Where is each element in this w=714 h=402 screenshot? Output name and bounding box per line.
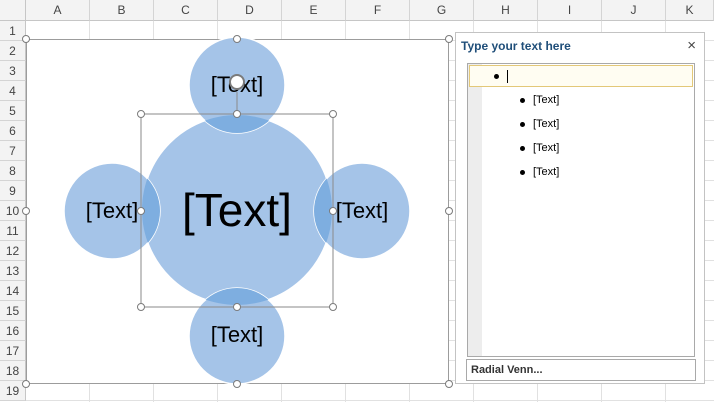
row-header[interactable]: 9 bbox=[0, 181, 26, 201]
row-header[interactable]: 18 bbox=[0, 361, 26, 381]
text-pane-title: Type your text here bbox=[461, 39, 571, 53]
frame-handle-top-mid[interactable] bbox=[233, 35, 241, 43]
center-circle-label[interactable]: [Text] bbox=[142, 180, 332, 240]
text-caret bbox=[507, 69, 508, 83]
shape-handle-bottom-mid[interactable] bbox=[233, 303, 241, 311]
column-header[interactable]: K bbox=[666, 0, 714, 21]
column-header[interactable]: J bbox=[602, 0, 666, 21]
bullet-icon bbox=[494, 73, 499, 79]
column-header[interactable]: A bbox=[26, 0, 90, 21]
shape-handle-top-left[interactable] bbox=[137, 110, 145, 118]
bullet-item[interactable]: [Text] bbox=[520, 94, 559, 106]
text-pane-gutter bbox=[468, 64, 482, 356]
bullet-icon bbox=[520, 145, 525, 151]
bullet-item-label: [Text] bbox=[533, 118, 560, 130]
row-header[interactable]: 13 bbox=[0, 261, 26, 281]
bullet-item-label: [Text] bbox=[533, 166, 560, 178]
bullet-item-label: [Text] bbox=[533, 142, 560, 154]
bullet-icon bbox=[520, 169, 525, 175]
bottom-circle-label[interactable]: [Text] bbox=[190, 320, 284, 350]
text-pane-bullet-list[interactable]: [Text] [Text] [Text] [Text] bbox=[467, 63, 695, 357]
shape-handle-bottom-right[interactable] bbox=[329, 303, 337, 311]
column-header[interactable]: C bbox=[154, 0, 218, 21]
frame-handle-bottom-right[interactable] bbox=[445, 380, 453, 388]
shape-handle-top-right[interactable] bbox=[329, 110, 337, 118]
bullet-item[interactable]: [Text] bbox=[520, 166, 559, 178]
shape-handle-mid-left[interactable] bbox=[137, 207, 145, 215]
row-header[interactable]: 11 bbox=[0, 221, 26, 241]
column-header[interactable]: H bbox=[474, 0, 538, 21]
row-header[interactable]: 12 bbox=[0, 241, 26, 261]
column-header[interactable]: D bbox=[218, 0, 282, 21]
frame-handle-top-right[interactable] bbox=[445, 35, 453, 43]
row-header[interactable]: 8 bbox=[0, 161, 26, 181]
row-header[interactable]: 17 bbox=[0, 341, 26, 361]
column-header[interactable]: B bbox=[90, 0, 154, 21]
shape-handle-bottom-left[interactable] bbox=[137, 303, 145, 311]
row-header[interactable]: 3 bbox=[0, 61, 26, 81]
bullet-item[interactable]: [Text] bbox=[520, 142, 559, 154]
bullet-icon bbox=[520, 121, 525, 127]
row-header[interactable]: 6 bbox=[0, 121, 26, 141]
row-header[interactable]: 7 bbox=[0, 141, 26, 161]
close-icon[interactable]: × bbox=[687, 37, 696, 54]
select-all-corner[interactable] bbox=[0, 0, 26, 21]
shape-handle-top-mid[interactable] bbox=[233, 110, 241, 118]
frame-handle-mid-left[interactable] bbox=[22, 207, 30, 215]
shape-handle-mid-right[interactable] bbox=[329, 207, 337, 215]
row-header[interactable]: 15 bbox=[0, 301, 26, 321]
row-header[interactable]: 2 bbox=[0, 41, 26, 61]
bullet-item-active[interactable] bbox=[469, 65, 693, 87]
frame-handle-top-left[interactable] bbox=[22, 35, 30, 43]
column-header[interactable]: E bbox=[282, 0, 346, 21]
row-header[interactable]: 5 bbox=[0, 101, 26, 121]
bullet-item-label: [Text] bbox=[533, 94, 560, 106]
text-pane: Type your text here × [Text] [Text] [Tex… bbox=[455, 32, 705, 384]
layout-name-link[interactable]: Radial Venn... bbox=[466, 359, 696, 381]
bullet-item[interactable]: [Text] bbox=[520, 118, 559, 130]
row-header[interactable]: 4 bbox=[0, 81, 26, 101]
column-header[interactable]: F bbox=[346, 0, 410, 21]
row-header[interactable]: 14 bbox=[0, 281, 26, 301]
rotate-handle-icon[interactable] bbox=[229, 74, 245, 90]
column-header[interactable]: I bbox=[538, 0, 602, 21]
frame-handle-bottom-mid[interactable] bbox=[233, 380, 241, 388]
frame-handle-mid-right[interactable] bbox=[445, 207, 453, 215]
row-header[interactable]: 16 bbox=[0, 321, 26, 341]
gridline-horizontal bbox=[26, 400, 714, 401]
frame-handle-bottom-left[interactable] bbox=[22, 380, 30, 388]
bullet-icon bbox=[520, 97, 525, 103]
column-header[interactable]: G bbox=[410, 0, 474, 21]
